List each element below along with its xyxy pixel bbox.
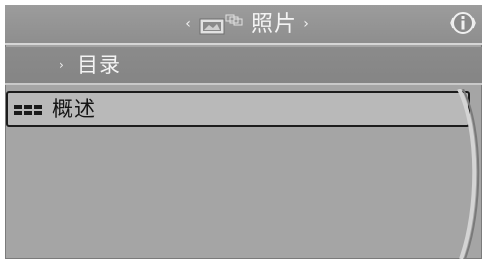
photo-icon [199,14,243,35]
prev-menu-arrow[interactable]: ‹ [181,14,195,34]
menu-item-label: 概述 [52,97,96,121]
scroll-track[interactable] [445,89,482,259]
page-title: 照片 [251,12,298,37]
menu-item-directory[interactable]: › 目录 [5,47,482,85]
grid-view-icon [14,105,42,115]
next-menu-arrow[interactable]: › [299,14,313,34]
menu-item-label: 目录 [77,53,121,77]
info-icon[interactable] [450,10,476,36]
idrive-screen: ‹ 照片 › › 目录 概述 [5,5,482,259]
header-bar: ‹ 照片 › [5,5,482,45]
menu-item-overview[interactable]: 概述 [6,91,470,127]
chevron-right-icon: › [59,58,64,72]
